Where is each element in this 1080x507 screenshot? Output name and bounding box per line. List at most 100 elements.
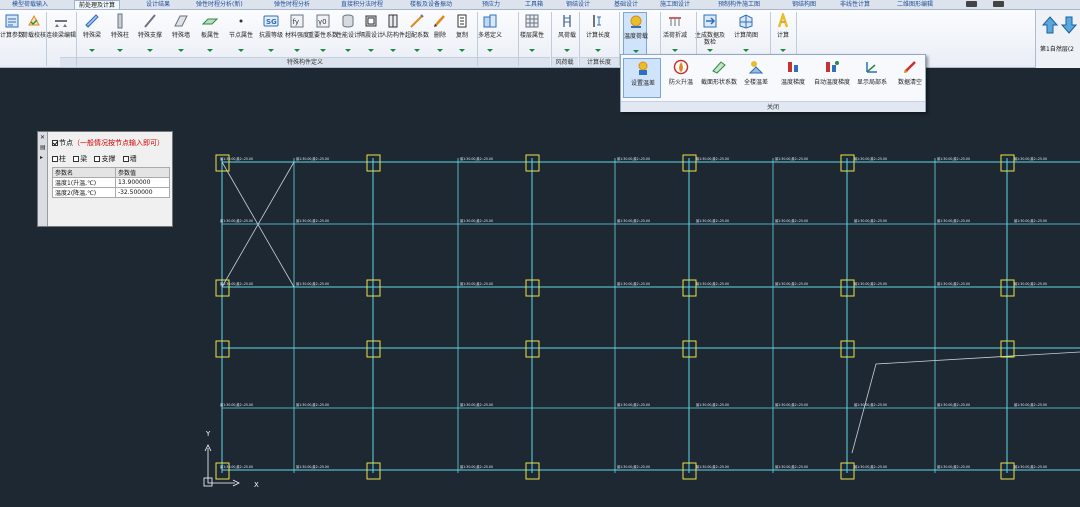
dropdown-arrow-icon[interactable]	[178, 49, 184, 52]
calc-diagram-button[interactable]: 计算简图	[734, 12, 758, 56]
down-arrow-icon[interactable]	[1061, 16, 1077, 34]
dropdown-arrow-icon[interactable]	[368, 49, 374, 52]
tab-14[interactable]: 非线性计算	[840, 0, 870, 9]
column-checkbox[interactable]	[52, 156, 58, 162]
temperature-load-button[interactable]: 温度荷载	[623, 12, 648, 56]
tab-13[interactable]: 钢结构图	[792, 0, 816, 9]
node-property-button[interactable]: 节点属性	[229, 12, 253, 56]
floor-property-button[interactable]: 楼层属性	[520, 12, 544, 56]
table-row[interactable]: 温度1(升温,℃) 13.900000	[52, 177, 171, 188]
section-shape-menu-item[interactable]: 截面形状系数	[700, 58, 738, 98]
param-value[interactable]: -32.500000	[114, 187, 171, 198]
dropdown-arrow-icon[interactable]	[117, 49, 123, 52]
dropdown-arrow-icon[interactable]	[459, 49, 465, 52]
material-strength-button[interactable]: fy 材料强度	[285, 12, 309, 56]
whole-building-menu-item[interactable]: 全楼温差	[737, 58, 775, 98]
pin-icon[interactable]: ▤	[40, 145, 46, 151]
tab-4[interactable]: 弹性时程分析	[274, 0, 310, 9]
set-temperature-menu-item[interactable]: 设置温差	[623, 58, 661, 98]
temperature-load-menu: 关闭 设置温差 防火升温 截面形状系数 全楼温差 温度梯度 自动温度梯度 显示局部系 数据清空	[620, 54, 926, 112]
tab-6[interactable]: 楼板及设备振动	[410, 0, 452, 9]
tab-11[interactable]: 施工图设计	[660, 0, 690, 9]
dropdown-arrow-icon[interactable]	[414, 49, 420, 52]
generate-data-button[interactable]: 生成数据及数检	[695, 12, 725, 56]
node-temperature-label: 最1:30.00,最2:-25.00	[854, 218, 887, 223]
seismic-grade-button[interactable]: SG 抗震等级	[259, 12, 283, 56]
dropdown-arrow-icon[interactable]	[672, 49, 678, 52]
auto-gradient-menu-item[interactable]: 自动温度梯度	[813, 58, 851, 98]
tab-3[interactable]: 弹性时程分析(新)	[196, 0, 243, 9]
button-label: 特殊墙	[171, 32, 190, 39]
table-row[interactable]: 温度2(降温,℃) -32.500000	[52, 187, 171, 198]
group-calc-length: 计算长度	[579, 57, 619, 67]
tab-10[interactable]: 基础设计	[614, 0, 638, 9]
floor-selector[interactable]: 第1自然层(2	[1040, 44, 1074, 53]
dropdown-arrow-icon[interactable]	[595, 49, 601, 52]
continuous-beam-button[interactable]: 连续梁编辑	[46, 12, 76, 56]
tab-15[interactable]: 二维图形编辑	[897, 0, 933, 9]
dropdown-arrow-icon[interactable]	[294, 49, 300, 52]
brace-checkbox[interactable]	[94, 156, 101, 162]
dropdown-arrow-icon[interactable]	[487, 49, 493, 52]
compute-button[interactable]: 计算	[771, 11, 795, 56]
wind-load-button[interactable]: 风荷载	[555, 12, 579, 56]
node-temperature-label: 最1:30.00,最2:-25.00	[460, 402, 493, 407]
special-column-button[interactable]: 特殊柱	[108, 12, 132, 56]
dropdown-arrow-icon[interactable]	[268, 49, 274, 52]
dropdown-arrow-icon[interactable]	[437, 49, 443, 52]
live-load-reduction-button[interactable]: 活荷折减	[663, 12, 687, 56]
minimize-ribbon-button[interactable]	[966, 1, 977, 7]
node-temperature-label: 最1:30.00,最2:-25.00	[775, 402, 808, 407]
dropdown-arrow-icon[interactable]	[147, 49, 153, 52]
special-beam-button[interactable]: 特殊梁	[80, 12, 104, 56]
special-brace-button[interactable]: 特殊支撑	[138, 12, 162, 56]
load-check-button[interactable]: 荷载校核	[22, 12, 46, 56]
tab-8[interactable]: 工具箱	[525, 0, 543, 9]
slab-property-button[interactable]: 板属性	[198, 12, 222, 56]
material-strength-icon: fy	[289, 13, 305, 29]
ribbon-separator	[46, 12, 47, 66]
tab-12[interactable]: 预制构件施工图	[718, 0, 760, 9]
dropdown-arrow-icon[interactable]	[390, 49, 396, 52]
param-value[interactable]: 13.900000	[114, 177, 171, 188]
dropdown-arrow-icon[interactable]	[633, 50, 639, 53]
close-icon[interactable]: ✕	[40, 135, 46, 141]
node-temperature-label: 最1:30.00,最2:-25.00	[1014, 464, 1047, 469]
node-checkbox[interactable]	[52, 140, 58, 146]
node-temperature-label: 最1:30.00,最2:-25.00	[1014, 402, 1047, 407]
auto-gradient-icon	[824, 59, 840, 75]
tab-9[interactable]: 钢结设计	[566, 0, 590, 9]
dropdown-arrow-icon[interactable]	[345, 49, 351, 52]
fire-temperature-menu-item[interactable]: 防火升温	[662, 58, 700, 98]
clear-data-menu-item[interactable]: 数据清空	[891, 58, 929, 98]
tab-7[interactable]: 预应力	[482, 0, 500, 9]
ribbon-options-button[interactable]	[993, 1, 1004, 7]
menu-close-button[interactable]: 关闭	[621, 101, 925, 112]
dropdown-arrow-icon[interactable]	[529, 49, 535, 52]
wall-checkbox[interactable]	[122, 156, 129, 162]
tab-0[interactable]: 模型荷载输入	[12, 0, 48, 9]
dropdown-arrow-icon[interactable]	[320, 49, 326, 52]
dropdown-arrow-icon[interactable]	[707, 49, 713, 52]
local-axis-menu-item[interactable]: 显示局部系	[853, 58, 891, 98]
special-wall-button[interactable]: 特殊墙	[169, 12, 193, 56]
node-temperature-label: 最1:30.00,最2:-25.00	[220, 402, 253, 407]
temperature-gradient-menu-item[interactable]: 温度梯度	[774, 58, 812, 98]
dropdown-arrow-icon[interactable]	[780, 49, 786, 52]
dropdown-arrow-icon[interactable]	[238, 49, 244, 52]
multi-tower-button[interactable]: 多塔定义	[478, 12, 502, 56]
copy-button[interactable]: 复制	[450, 12, 474, 56]
tab-2[interactable]: 设计结果	[146, 0, 170, 9]
dropdown-arrow-icon[interactable]	[743, 49, 749, 52]
performance-design-icon	[340, 13, 356, 29]
dropdown-arrow-icon[interactable]	[564, 49, 570, 52]
expand-icon[interactable]: ▸	[40, 155, 46, 161]
dropdown-arrow-icon[interactable]	[89, 49, 95, 52]
up-arrow-icon[interactable]	[1042, 16, 1058, 34]
tab-1[interactable]: 前处理及计算	[74, 0, 121, 9]
beam-checkbox[interactable]	[73, 156, 80, 162]
calc-diagram-icon	[738, 13, 754, 29]
tab-5[interactable]: 直接积分法时程	[341, 0, 383, 9]
dropdown-arrow-icon[interactable]	[207, 49, 213, 52]
calc-length-button[interactable]: 计算长度	[586, 12, 610, 56]
